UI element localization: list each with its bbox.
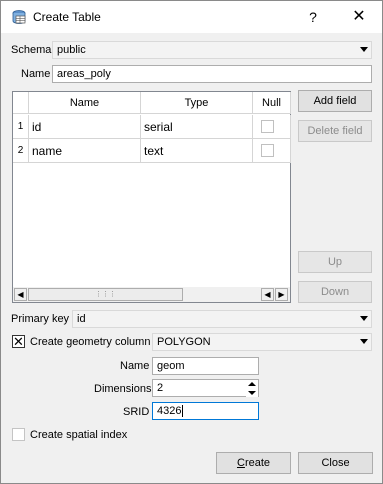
column-header-name[interactable]: Name <box>29 92 141 114</box>
schema-label: Schema <box>11 44 52 56</box>
geometry-name-label: Name <box>120 360 150 372</box>
schema-select[interactable]: public <box>52 41 372 59</box>
window-title: Create Table <box>33 10 101 24</box>
scroll-left-arrow-icon[interactable]: ◀ <box>14 288 27 301</box>
geometry-checkbox-label: Create geometry column <box>30 336 151 348</box>
name-label: Name <box>21 68 51 80</box>
row-number[interactable]: 1 <box>13 115 29 139</box>
geometry-name-input[interactable]: geom <box>152 357 259 375</box>
column-header-type[interactable]: Type <box>141 92 253 114</box>
database-table-icon <box>12 10 26 24</box>
spin-down-icon[interactable] <box>246 389 258 397</box>
srid-input[interactable]: 4326 <box>152 402 259 420</box>
primary-key-value: id <box>77 313 86 325</box>
table-corner <box>13 92 29 114</box>
spatial-index-label: Create spatial index <box>30 429 128 441</box>
dimensions-spinbox[interactable]: 2 <box>152 379 259 397</box>
chevron-down-icon <box>360 339 368 344</box>
create-label-rest: reate <box>244 457 271 469</box>
column-header-null[interactable]: Null <box>253 92 291 114</box>
null-checkbox[interactable] <box>261 120 274 133</box>
create-table-dialog: Create Table ? ✕ Schema public Name area… <box>0 0 383 484</box>
close-window-button[interactable]: ✕ <box>337 1 381 33</box>
title-bar: Create Table ? ✕ <box>1 1 382 33</box>
field-type-cell[interactable]: serial <box>141 115 253 139</box>
scroll-left-arrow-icon[interactable]: ◀ <box>261 288 274 301</box>
srid-label: SRID <box>123 406 150 418</box>
move-down-button[interactable]: Down <box>298 281 372 303</box>
add-field-button[interactable]: Add field <box>298 90 372 112</box>
close-button[interactable]: Close <box>298 452 373 474</box>
create-mnemonic: C <box>236 457 245 469</box>
scroll-right-arrow-icon[interactable]: ▶ <box>275 288 288 301</box>
chevron-down-icon <box>360 47 368 52</box>
primary-key-select[interactable]: id <box>72 310 372 328</box>
field-name-cell[interactable]: name <box>29 139 141 163</box>
text-cursor <box>182 405 184 417</box>
table-name-input[interactable]: areas_poly <box>52 65 372 83</box>
spin-up-icon[interactable] <box>246 380 258 388</box>
scrollbar-thumb[interactable]: ⋮⋮⋮ <box>28 288 183 301</box>
move-up-button[interactable]: Up <box>298 251 372 273</box>
geometry-type-value: POLYGON <box>157 336 211 348</box>
field-type-cell[interactable]: text <box>141 139 253 163</box>
field-name-cell[interactable]: id <box>29 115 141 139</box>
chevron-down-icon <box>360 316 368 321</box>
schema-value: public <box>57 44 86 56</box>
srid-value: 4326 <box>157 405 182 417</box>
geometry-type-select[interactable]: POLYGON <box>152 333 372 351</box>
help-button[interactable]: ? <box>291 1 335 33</box>
delete-field-button[interactable]: Delete field <box>298 120 372 142</box>
primary-key-label: Primary key <box>11 313 70 325</box>
horizontal-scrollbar[interactable]: ◀ ⋮⋮⋮ ◀ ▶ <box>13 287 290 302</box>
spin-control[interactable] <box>246 380 258 397</box>
null-checkbox[interactable] <box>261 144 274 157</box>
row-number[interactable]: 2 <box>13 139 29 163</box>
fields-table[interactable]: Name Type Null 1 id serial 2 name text ◀… <box>12 91 291 303</box>
create-button[interactable]: Create <box>216 452 291 474</box>
dimensions-value: 2 <box>157 382 164 394</box>
geometry-checkbox[interactable]: ✕ <box>12 335 25 348</box>
field-null-cell <box>253 115 291 139</box>
dimensions-label: Dimensions <box>94 383 152 395</box>
field-null-cell <box>253 139 291 163</box>
spatial-index-checkbox[interactable] <box>12 428 25 441</box>
